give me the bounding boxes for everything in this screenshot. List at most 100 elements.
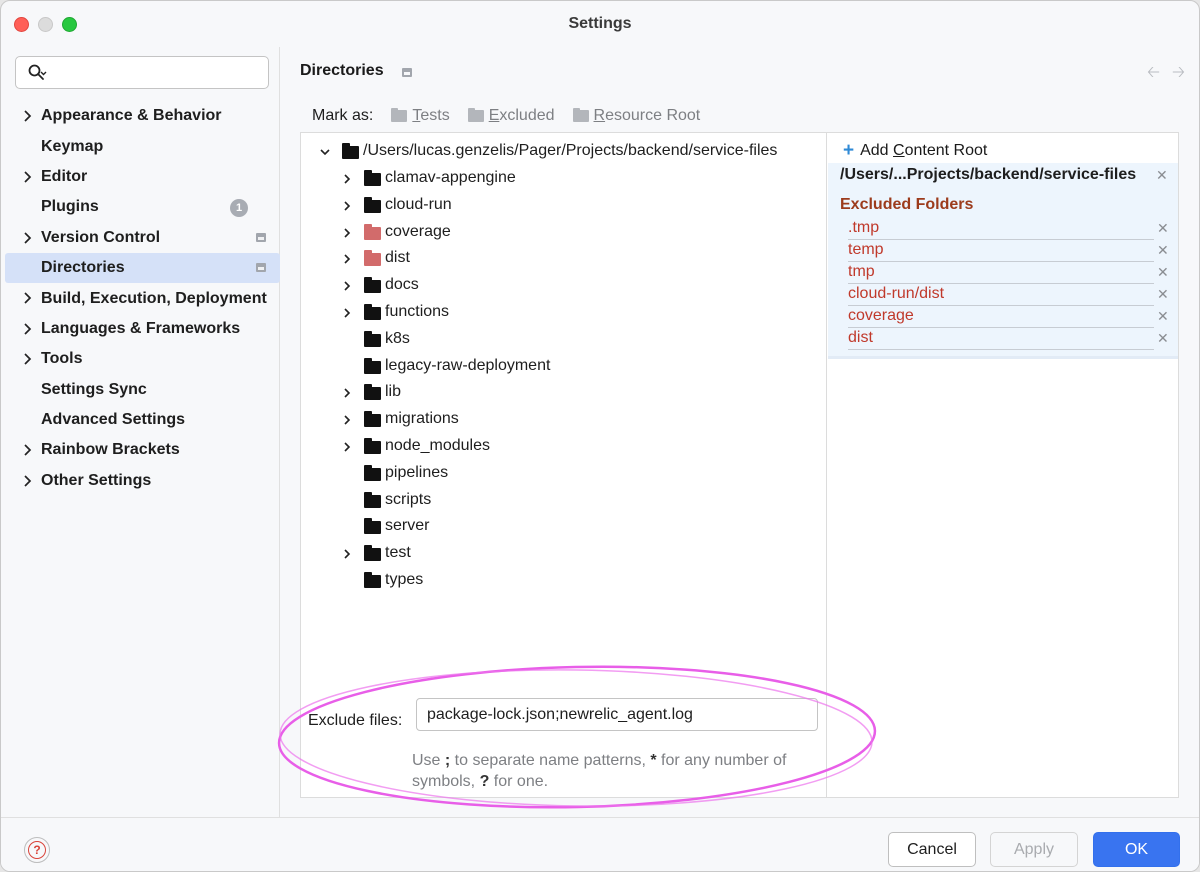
project-scope-icon (256, 232, 266, 242)
sidebar-item-rainbow-brackets[interactable]: Rainbow Brackets (5, 435, 280, 465)
chevron-right-icon[interactable] (20, 231, 34, 245)
excluded-folder-label: temp (848, 241, 884, 258)
mark-as-excluded-button[interactable]: Excluded (467, 107, 555, 125)
exclude-files-input[interactable] (416, 698, 818, 731)
tree-row[interactable]: docs (341, 272, 811, 299)
chevron-right-icon[interactable] (20, 474, 34, 488)
cancel-button[interactable]: Cancel (888, 832, 976, 867)
help-icon: ? (28, 841, 46, 859)
chevron-right-icon[interactable] (341, 253, 353, 265)
excluded-folder-item[interactable]: tmp (848, 263, 1154, 284)
zoom-window-button[interactable] (62, 17, 77, 32)
add-content-root-button[interactable]: + Add Content Root (843, 141, 987, 160)
history-navigation: 🡠 🡢 (1147, 61, 1185, 88)
hint-text: to separate name patterns, (450, 752, 651, 769)
chevron-right-icon[interactable] (341, 548, 353, 560)
sidebar-item-build-execution-deployment[interactable]: Build, Execution, Deployment (5, 283, 280, 313)
tree-row[interactable]: cloud-run (341, 192, 811, 219)
sidebar-item-directories[interactable]: Directories (5, 252, 280, 284)
excluded-folder-item[interactable]: dist (848, 329, 1154, 350)
remove-root-close-icon[interactable]: ✕ (1156, 167, 1168, 184)
sidebar-item-appearance-behavior[interactable]: Appearance & Behavior (5, 101, 280, 131)
directories-page: Directories 🡠 🡢 Mark as: Tests Excluded … (281, 47, 1199, 817)
mark-as-resource-root-button[interactable]: Resource Root (572, 107, 701, 125)
title-bar: Settings (1, 1, 1199, 47)
sidebar-item-plugins[interactable]: Plugins 1 (5, 192, 280, 222)
chevron-right-icon[interactable] (341, 307, 353, 319)
tree-row[interactable]: lib (341, 379, 811, 406)
excluded-folder-item[interactable]: .tmp (848, 219, 1154, 240)
folder-icon (364, 411, 381, 428)
minimize-window-button[interactable] (38, 17, 53, 32)
mnemonic: E (488, 107, 500, 124)
content-root-entry[interactable]: /Users/...Projects/backend/service-files… (828, 163, 1178, 359)
tree-row[interactable]: clamav-appengine (341, 165, 811, 192)
sidebar-item-keymap[interactable]: Keymap (5, 131, 280, 161)
chevron-right-icon[interactable] (20, 443, 34, 457)
chevron-right-icon[interactable] (341, 173, 353, 185)
folder-icon (364, 277, 381, 294)
chevron-right-icon[interactable] (20, 170, 34, 184)
tree-row[interactable]: migrations (341, 406, 811, 433)
tree-item-label: test (385, 544, 411, 562)
mnemonic: C (893, 141, 905, 159)
tree-row[interactable]: test (341, 540, 811, 567)
remove-excluded-close-icon[interactable]: ✕ (1157, 286, 1169, 303)
sidebar-item-version-control[interactable]: Version Control (5, 223, 280, 253)
mark-as-tests-button[interactable]: Tests (391, 107, 450, 125)
close-window-button[interactable] (14, 17, 29, 32)
excluded-folder-item[interactable]: temp (848, 241, 1154, 262)
sidebar-item-editor[interactable]: Editor (5, 162, 280, 192)
tree-row[interactable]: dist (341, 245, 811, 272)
chevron-right-icon[interactable] (341, 414, 353, 426)
tree-row[interactable]: server (341, 513, 811, 540)
tree-row[interactable]: coverage (341, 219, 811, 246)
tree-item-label: coverage (385, 222, 451, 240)
ok-button[interactable]: OK (1093, 832, 1180, 867)
search-input[interactable] (15, 56, 269, 89)
sidebar-item-settings-sync[interactable]: Settings Sync (5, 375, 280, 405)
help-button[interactable]: ? (24, 837, 50, 863)
remove-excluded-close-icon[interactable]: ✕ (1157, 330, 1169, 347)
tree-row[interactable]: scripts (341, 487, 811, 514)
sidebar-item-other-settings[interactable]: Other Settings (5, 466, 280, 496)
chevron-right-icon[interactable] (20, 291, 34, 305)
excluded-folder-item[interactable]: cloud-run/dist (848, 285, 1154, 306)
remove-excluded-close-icon[interactable]: ✕ (1157, 264, 1169, 281)
folder-icon (364, 304, 381, 320)
folder-icon (364, 438, 381, 454)
tree-row[interactable]: functions (341, 299, 811, 326)
chevron-right-icon[interactable] (20, 352, 34, 366)
folder-icon (364, 170, 381, 186)
tree-row[interactable]: pipelines (341, 460, 811, 487)
tree-row[interactable]: node_modules (341, 433, 811, 460)
tree-row[interactable]: legacy-raw-deployment (341, 353, 811, 380)
button-label-rest: ontent Root (904, 141, 988, 159)
button-label: Add (860, 141, 894, 159)
chevron-right-icon[interactable] (341, 387, 353, 399)
sidebar-item-languages-frameworks[interactable]: Languages & Frameworks (5, 314, 280, 344)
sidebar-item-tools[interactable]: Tools (5, 344, 280, 374)
chevron-right-icon[interactable] (341, 227, 353, 239)
excluded-folder-item[interactable]: coverage (848, 307, 1154, 328)
excluded-folder-icon (364, 223, 381, 240)
remove-excluded-close-icon[interactable]: ✕ (1157, 242, 1169, 259)
tree-item-label: functions (385, 303, 450, 320)
remove-excluded-close-icon[interactable]: ✕ (1157, 308, 1169, 325)
sidebar-item-label: Languages & Frameworks (41, 319, 241, 337)
chevron-right-icon[interactable] (341, 441, 353, 453)
chevron-down-icon[interactable] (319, 146, 331, 158)
button-label-rest: esource Root (605, 107, 701, 124)
sidebar-item-advanced-settings[interactable]: Advanced Settings (5, 405, 280, 435)
remove-excluded-close-icon[interactable]: ✕ (1157, 220, 1169, 237)
forward-arrow-icon[interactable]: 🡢 (1172, 61, 1185, 88)
tree-item-label: node_modules (385, 437, 490, 454)
chevron-right-icon[interactable] (20, 109, 34, 123)
chevron-right-icon[interactable] (341, 280, 353, 292)
apply-button[interactable]: Apply (990, 832, 1078, 867)
chevron-right-icon[interactable] (341, 200, 353, 212)
chevron-right-icon[interactable] (20, 322, 34, 336)
back-arrow-icon[interactable]: 🡠 (1147, 61, 1160, 88)
tree-row[interactable]: k8s (341, 326, 811, 353)
tree-row[interactable]: types (341, 567, 811, 594)
